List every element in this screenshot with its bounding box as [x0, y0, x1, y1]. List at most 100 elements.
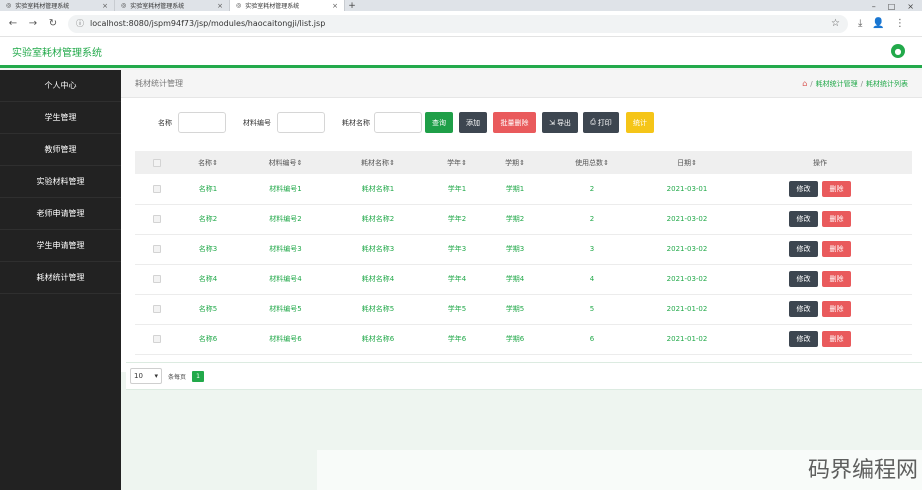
export-button[interactable]: ⇲ 导出	[542, 112, 578, 133]
browser-tab[interactable]: ◎ 实验室耗材管理系统 ×	[115, 0, 230, 11]
reload-icon[interactable]: ↻	[48, 18, 58, 29]
cell-total: 2	[538, 204, 646, 235]
column-header-term[interactable]: 学期⇕	[492, 151, 538, 174]
cell-name: 名称1	[179, 174, 237, 205]
maximize-icon[interactable]: □	[888, 2, 896, 11]
column-header-name[interactable]: 名称⇕	[179, 151, 237, 174]
forward-icon[interactable]: →	[28, 18, 38, 29]
breadcrumb-item[interactable]: 耗材统计管理	[816, 79, 858, 89]
page-number-current[interactable]: 1	[192, 370, 205, 382]
column-header-code[interactable]: 材料编号⇕	[237, 151, 334, 174]
bookmark-star-icon[interactable]: ☆	[831, 18, 840, 29]
stats-button[interactable]: 统计	[626, 112, 654, 133]
code-input[interactable]	[277, 112, 325, 133]
edit-button[interactable]: 修改	[789, 331, 818, 347]
browser-tab-active[interactable]: ◎ 实验室耗材管理系统 ×	[230, 0, 345, 11]
cell-date: 2021-03-02	[646, 234, 728, 265]
edit-button[interactable]: 修改	[789, 301, 818, 317]
cell-year: 学年1	[422, 174, 492, 205]
column-header-total[interactable]: 使用总数⇕	[538, 151, 646, 174]
column-header-material[interactable]: 耗材名称⇕	[334, 151, 422, 174]
cell-name: 名称2	[179, 204, 237, 235]
header-label: 使用总数	[575, 158, 604, 167]
minimize-icon[interactable]: –	[872, 2, 876, 11]
select-all-header	[135, 151, 179, 174]
edit-button[interactable]: 修改	[789, 211, 818, 227]
app-header: 实验室耗材管理系统 ●	[0, 37, 922, 68]
sidebar-item-students[interactable]: 学生管理	[0, 102, 121, 134]
sidebar-item-label: 实验材料管理	[36, 177, 85, 186]
cell-term: 学期3	[492, 234, 538, 265]
page-size-select[interactable]: 10 ▾	[130, 368, 162, 384]
cell-total: 2	[538, 174, 646, 205]
breadcrumb-separator: /	[810, 79, 813, 88]
select-all-checkbox[interactable]	[153, 158, 161, 167]
column-header-year[interactable]: 学年⇕	[422, 151, 492, 174]
download-icon[interactable]: ⤓	[858, 18, 862, 29]
query-button[interactable]: 查询	[425, 112, 453, 133]
row-checkbox[interactable]	[153, 245, 161, 253]
sidebar-item-personal-center[interactable]: 个人中心	[0, 70, 121, 102]
delete-button[interactable]: 删除	[822, 211, 851, 227]
header-label: 材料编号	[268, 158, 297, 167]
delete-button[interactable]: 删除	[822, 241, 851, 257]
url-field[interactable]: ⓘ localhost:8080/jspm94f73/jsp/modules/h…	[68, 14, 848, 33]
add-button[interactable]: 添加	[459, 112, 487, 133]
delete-button[interactable]: 删除	[822, 331, 851, 347]
print-button[interactable]: ⎙ 打印	[583, 112, 619, 133]
pagination: 10 ▾ 条每页 1	[126, 362, 922, 390]
cell-year: 学年5	[422, 294, 492, 325]
close-icon[interactable]: ×	[217, 2, 223, 10]
sidebar-item-student-applications[interactable]: 学生申请管理	[0, 230, 121, 262]
material-label: 耗材名称	[342, 118, 370, 127]
cell-term: 学期2	[492, 204, 538, 235]
header-label: 日期	[677, 158, 692, 167]
sidebar-item-teachers[interactable]: 教师管理	[0, 134, 121, 166]
cell-date: 2021-01-02	[646, 294, 728, 325]
browser-tab[interactable]: ◎ 实验室耗材管理系统 ×	[0, 0, 115, 11]
table-row: 名称2 材料编号2 耗材名称2 学年2 学期2 2 2021-03-02 修改 删…	[135, 204, 912, 235]
batch-delete-button[interactable]: 批量删除	[493, 112, 536, 133]
row-checkbox[interactable]	[153, 184, 161, 193]
cell-code: 材料编号6	[237, 324, 334, 355]
sidebar-item-consumable-stats[interactable]: 耗材统计管理	[0, 262, 121, 294]
delete-button[interactable]: 删除	[822, 301, 851, 317]
header-label: 名称	[198, 158, 213, 167]
table-row: 名称4 材料编号4 耗材名称4 学年4 学期4 4 2021-03-02 修改 删…	[135, 264, 912, 295]
site-info-icon[interactable]: ⓘ	[76, 18, 84, 29]
header-label: 学期	[505, 158, 520, 167]
breadcrumb-separator: /	[860, 79, 863, 88]
sidebar: 个人中心 学生管理 教师管理 实验材料管理 老师申请管理 学生申请管理 耗材统计…	[0, 70, 121, 490]
new-tab-icon[interactable]: +	[345, 1, 359, 11]
row-checkbox[interactable]	[153, 275, 161, 283]
profile-icon[interactable]: 👤	[872, 18, 884, 29]
sidebar-item-materials[interactable]: 实验材料管理	[0, 166, 121, 198]
breadcrumb-item[interactable]: 耗材统计列表	[866, 79, 908, 89]
material-input[interactable]	[374, 112, 422, 133]
close-icon[interactable]: ×	[332, 2, 338, 10]
delete-button[interactable]: 删除	[822, 271, 851, 287]
name-input[interactable]	[178, 112, 226, 133]
sidebar-item-teacher-applications[interactable]: 老师申请管理	[0, 198, 121, 230]
back-icon[interactable]: ←	[8, 18, 18, 29]
menu-icon[interactable]: ⋮	[895, 18, 905, 29]
close-icon[interactable]: ×	[102, 2, 108, 10]
data-table: 名称⇕ 材料编号⇕ 耗材名称⇕ 学年⇕ 学期⇕ 使用总数⇕ 日期⇕ 操作 名称1…	[135, 151, 912, 355]
close-window-icon[interactable]: ×	[907, 2, 914, 11]
globe-icon: ◎	[6, 2, 12, 9]
edit-button[interactable]: 修改	[789, 271, 818, 287]
home-icon[interactable]: ⌂	[802, 79, 807, 88]
table-row: 名称1 材料编号1 耗材名称1 学年1 学期1 2 2021-03-01 修改 删…	[135, 174, 912, 205]
delete-label: 删除	[829, 335, 844, 343]
edit-button[interactable]: 修改	[789, 180, 818, 197]
page-title: 耗材统计管理	[135, 79, 183, 88]
edit-button[interactable]: 修改	[789, 241, 818, 257]
delete-button[interactable]: 删除	[822, 180, 851, 197]
row-checkbox[interactable]	[153, 305, 161, 313]
user-avatar-icon[interactable]: ●	[891, 44, 905, 58]
cell-total: 3	[538, 234, 646, 265]
cell-year: 学年4	[422, 264, 492, 295]
row-checkbox[interactable]	[153, 215, 161, 223]
row-checkbox[interactable]	[153, 335, 161, 343]
column-header-date[interactable]: 日期⇕	[646, 151, 728, 174]
